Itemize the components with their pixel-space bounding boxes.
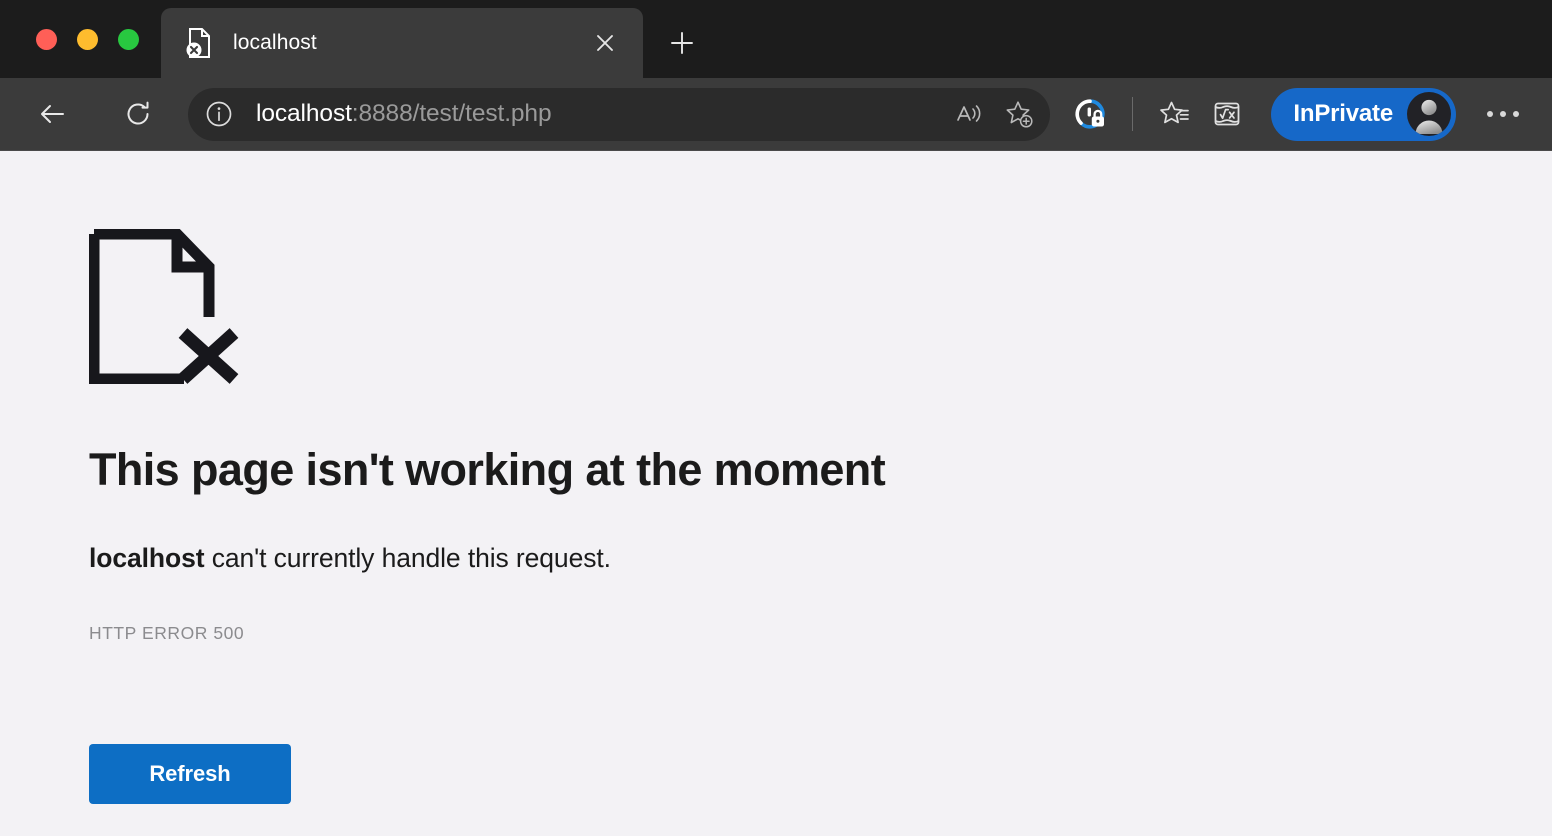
error-description-rest: can't currently handle this request.	[204, 542, 611, 573]
toolbar-separator	[1132, 97, 1134, 131]
window-close-button[interactable]	[36, 28, 57, 50]
info-circle-icon[interactable]	[196, 91, 242, 137]
math-solver-icon[interactable]	[1201, 88, 1253, 140]
inprivate-profile-button[interactable]: InPrivate	[1271, 87, 1456, 141]
arrow-left-icon[interactable]	[26, 88, 78, 140]
ellipsis-icon	[1487, 111, 1519, 117]
page-content: This page isn't working at the moment lo…	[0, 151, 1552, 836]
tab-localhost[interactable]: localhost	[161, 8, 643, 78]
window-maximize-button[interactable]	[118, 28, 139, 50]
url-host: localhost	[256, 100, 352, 127]
broken-document-icon	[88, 228, 239, 385]
page-title: This page isn't working at the moment	[89, 444, 886, 495]
refresh-button[interactable]: Refresh	[89, 743, 291, 804]
toolbar-right-cluster: InPrivate	[1064, 87, 1530, 141]
tab-strip: localhost	[0, 0, 1552, 78]
favorites-icon[interactable]	[1149, 88, 1201, 140]
address-bar[interactable]: localhost:8888/test/test.php	[188, 87, 1051, 141]
tabs-row: localhost	[161, 0, 705, 78]
more-options-button[interactable]	[1476, 87, 1530, 141]
url-text[interactable]: localhost:8888/test/test.php	[242, 100, 944, 128]
tracking-prevention-icon[interactable]	[1064, 88, 1116, 140]
error-code: HTTP ERROR 500	[89, 622, 245, 643]
window-minimize-button[interactable]	[77, 28, 98, 50]
read-aloud-icon[interactable]	[944, 89, 994, 139]
star-plus-icon[interactable]	[994, 89, 1044, 139]
broken-page-icon	[185, 27, 215, 59]
person-avatar-icon	[1407, 92, 1451, 136]
browser-toolbar: localhost:8888/test/test.php InPrivate	[0, 78, 1552, 151]
browser-window: localhost localhost:8888/test/test.php I…	[0, 0, 1552, 836]
error-host: localhost	[89, 542, 205, 573]
refresh-icon[interactable]	[112, 88, 164, 140]
new-tab-button[interactable]	[659, 20, 705, 66]
window-controls	[0, 0, 139, 78]
inprivate-label: InPrivate	[1293, 100, 1393, 127]
tab-close-icon[interactable]	[585, 23, 625, 63]
tab-title: localhost	[233, 31, 317, 54]
url-path: :8888/test/test.php	[351, 100, 552, 127]
error-page: This page isn't working at the moment lo…	[0, 151, 1552, 804]
error-description: localhost can't currently handle this re…	[89, 543, 1552, 574]
